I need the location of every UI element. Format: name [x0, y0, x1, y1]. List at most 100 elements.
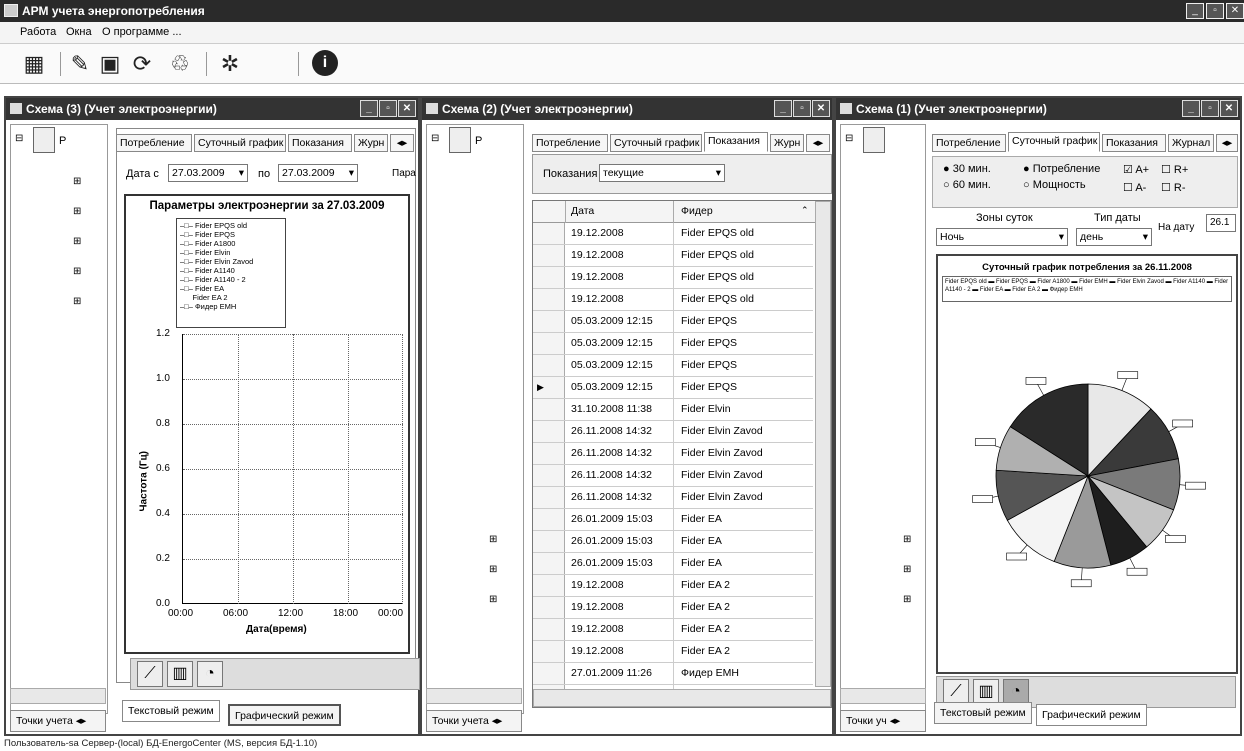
close-button[interactable]: ✕	[1220, 100, 1238, 117]
table-row[interactable]: 26.11.2008 14:32 Fider Elvin Zavod	[533, 465, 813, 487]
radio-consumption[interactable]: ● Потребление	[1023, 163, 1100, 175]
maximize-button[interactable]: ▫	[793, 100, 811, 117]
table-row[interactable]: ▶ 05.03.2009 12:15 Fider EPQS	[533, 377, 813, 399]
table-row[interactable]: 26.11.2008 14:32 Fider Elvin Zavod	[533, 421, 813, 443]
menu-work[interactable]: Работа	[20, 26, 56, 38]
points-tab[interactable]: Точки учета ◂▸	[426, 710, 522, 732]
tree-view[interactable]: ⊟ ⊞ ⊞ ⊞	[840, 124, 926, 714]
tree-hscroll[interactable]	[426, 688, 522, 704]
row-selector[interactable]	[533, 355, 565, 376]
tab-daily-graph[interactable]: Суточный график	[610, 134, 702, 152]
row-selector[interactable]	[533, 619, 565, 640]
tree-root-label[interactable]: P	[59, 135, 66, 147]
radio-power[interactable]: ○ Мощность	[1023, 179, 1086, 191]
scrollbar[interactable]	[840, 688, 926, 704]
zones-select[interactable]: Ночь ▾	[936, 228, 1068, 246]
close-button[interactable]: ✕	[398, 100, 416, 117]
row-selector[interactable]	[533, 509, 565, 530]
checkbox-r-minus[interactable]: ☐ R-	[1161, 181, 1186, 194]
info-icon[interactable]: i	[312, 50, 338, 76]
row-selector[interactable]	[533, 399, 565, 420]
minimize-button[interactable]: _	[1182, 100, 1200, 117]
row-selector[interactable]: ▶	[533, 377, 565, 398]
close-button[interactable]: ✕	[812, 100, 830, 117]
table-row[interactable]: 05.03.2009 12:15 Fider EPQS	[533, 311, 813, 333]
table-row[interactable]: 19.12.2008 Fider EA 2	[533, 575, 813, 597]
row-selector[interactable]	[533, 465, 565, 486]
table-row[interactable]: 05.03.2009 12:15 Fider EPQS	[533, 333, 813, 355]
table-row[interactable]: 26.01.2009 15:03 Fider EA	[533, 509, 813, 531]
tab-readings[interactable]: Показания	[1102, 134, 1166, 152]
tab-scroll-arrows[interactable]: ◂▸	[806, 134, 830, 152]
row-selector[interactable]	[533, 333, 565, 354]
camera-icon[interactable]: ▣	[96, 50, 124, 78]
minimize-button[interactable]: _	[1186, 3, 1204, 19]
tab-consumption[interactable]: Потребление	[116, 134, 192, 152]
table-row[interactable]: 19.12.2008 Fider EPQS old	[533, 289, 813, 311]
text-mode-tab[interactable]: Текстовый режим	[122, 700, 220, 722]
row-selector[interactable]	[533, 531, 565, 552]
tree-view[interactable]: ⊟ P ⊞ ⊞ ⊞ ⊞ ⊞	[10, 124, 108, 714]
tree-collapse-icon[interactable]: ⊟	[845, 133, 853, 144]
tab-readings[interactable]: Показания	[288, 134, 352, 152]
row-selector[interactable]	[533, 707, 565, 708]
ondate-field[interactable]: 26.1	[1206, 214, 1236, 232]
table-row[interactable]: 31.10.2008 11:38 Fider Elvin	[533, 399, 813, 421]
table-row[interactable]: 19.12.2008 Fider EA 2	[533, 641, 813, 663]
table-row[interactable]: 19.12.2008 Fider EA 2	[533, 597, 813, 619]
points-tab[interactable]: Точки уч ◂▸	[840, 710, 926, 732]
tab-consumption[interactable]: Потребление	[532, 134, 608, 152]
radio-30min[interactable]: ● 30 мин.	[943, 163, 991, 175]
scrollbar[interactable]	[426, 688, 522, 704]
row-selector[interactable]	[533, 289, 565, 310]
date-from-picker[interactable]: 27.03.2009 ▾	[168, 164, 248, 182]
close-button[interactable]: ✕	[1226, 3, 1244, 19]
tab-consumption[interactable]: Потребление	[932, 134, 1006, 152]
row-selector[interactable]	[533, 553, 565, 574]
scrollbar[interactable]	[10, 688, 106, 704]
restore-button[interactable]: ▫	[1206, 3, 1224, 19]
row-selector[interactable]	[533, 663, 565, 684]
tab-scroll-arrows[interactable]: ◂▸	[390, 134, 414, 152]
row-selector[interactable]	[533, 443, 565, 464]
tree-expand-icons[interactable]: ⊞ ⊞ ⊞ ⊞ ⊞	[73, 167, 81, 317]
line-chart-icon[interactable]: ⟋	[137, 661, 163, 687]
row-selector[interactable]	[533, 267, 565, 288]
table-row[interactable]: 26.11.2008 14:32 Fider Elvin Zavod	[533, 487, 813, 509]
row-selector[interactable]	[533, 245, 565, 266]
tab-journal[interactable]: Журн	[354, 134, 388, 152]
menu-about[interactable]: О программе ...	[102, 26, 182, 38]
table-row[interactable]: 19.12.2008 Fider EA 2	[533, 619, 813, 641]
checkbox-a-minus[interactable]: ☐ A-	[1123, 181, 1146, 194]
graph-mode-tab[interactable]: Графический режим	[228, 704, 341, 726]
table-row[interactable]: 27.01.2009 11:26Фидер EMH	[533, 707, 813, 708]
tree-collapse-icon[interactable]: ⊟	[431, 133, 439, 144]
table-row[interactable]: 19.12.2008 Fider EPQS old	[533, 267, 813, 289]
pie-chart-icon[interactable]: ◔	[197, 661, 223, 687]
tab-journal[interactable]: Журнал	[1168, 134, 1214, 152]
table-row[interactable]: 26.01.2009 15:03 Fider EA	[533, 531, 813, 553]
tree-view[interactable]: ⊟ P ⊞ ⊞ ⊞	[426, 124, 524, 714]
row-selector[interactable]	[533, 597, 565, 618]
table-row[interactable]: 27.01.2009 11:26Фидер EMH	[533, 663, 813, 685]
connect-icon[interactable]: ▦	[20, 50, 48, 78]
minimize-button[interactable]: _	[774, 100, 792, 117]
checkbox-a-plus[interactable]: ☑ A+	[1123, 163, 1149, 176]
tree-root-label[interactable]: P	[475, 135, 482, 147]
graph-mode-tab[interactable]: Графический режим	[1036, 704, 1147, 726]
tab-readings[interactable]: Показания	[704, 132, 768, 152]
chevron-up-icon[interactable]: ⌃	[801, 205, 809, 216]
tree-collapse-icon[interactable]: ⊟	[15, 133, 23, 144]
menu-windows[interactable]: Окна	[66, 26, 92, 38]
checkbox-r-plus[interactable]: ☐ R+	[1161, 163, 1188, 176]
row-selector[interactable]	[533, 421, 565, 442]
tree-hscroll[interactable]	[10, 688, 106, 704]
horizontal-scrollbar[interactable]	[533, 689, 831, 707]
tab-daily-graph[interactable]: Суточный график	[194, 134, 286, 152]
maximize-button[interactable]: ▫	[1201, 100, 1219, 117]
row-selector[interactable]	[533, 311, 565, 332]
text-mode-tab[interactable]: Текстовый режим	[934, 702, 1032, 724]
row-selector[interactable]	[533, 575, 565, 596]
maximize-button[interactable]: ▫	[379, 100, 397, 117]
tree-expand-icons[interactable]: ⊞ ⊞ ⊞	[903, 525, 911, 615]
